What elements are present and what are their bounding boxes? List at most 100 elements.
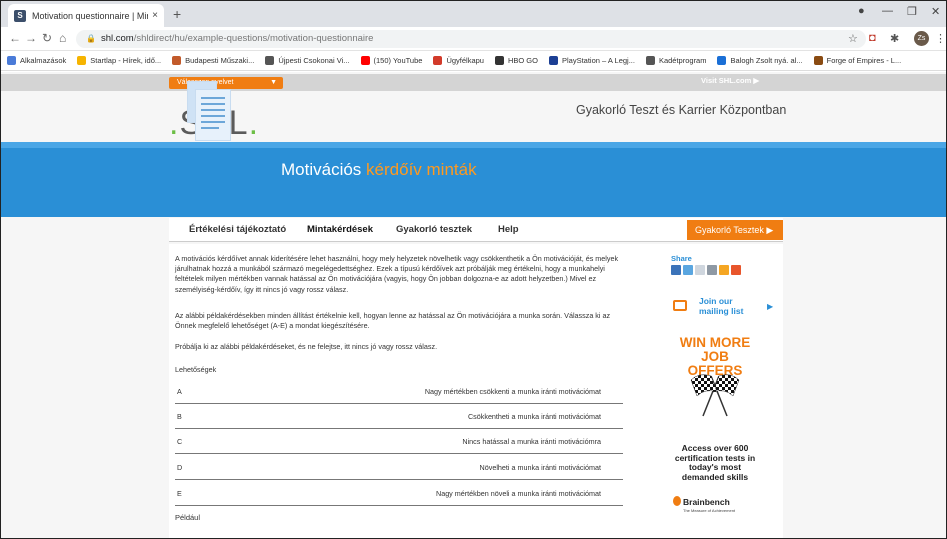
bookmark-favicon-icon (494, 56, 504, 65)
bookmark-favicon-icon (717, 56, 727, 65)
mailing-list-label: Join our mailing list (699, 296, 744, 316)
avatar[interactable]: Zs (914, 31, 929, 46)
bookmark-label: Startlap - Hírek, idő... (90, 56, 162, 65)
browser-window: S Motivation questionnaire | Mintá × + ●… (0, 0, 947, 539)
bookmark-favicon-icon (265, 56, 275, 65)
instructions-paragraph: Az alábbi példakérdésekben minden állítá… (175, 311, 611, 331)
bookmark-item[interactable]: Alkalmazások (7, 56, 66, 65)
arrow-right-icon: ▶ (767, 302, 774, 311)
share-label: Share (671, 254, 692, 263)
forward-icon[interactable]: → (25, 31, 37, 45)
shl-favicon-icon: S (14, 9, 26, 22)
bookmark-favicon-icon (172, 56, 182, 65)
bookmark-item[interactable]: Kadétprogram (645, 56, 707, 65)
practice-tests-button[interactable]: Gyakorló Tesztek ▶ (687, 220, 783, 240)
bookmark-item[interactable]: HBO GO (494, 56, 538, 65)
email-icon[interactable] (695, 265, 705, 275)
option-row: E Nagy mértékben növeli a munka iránti m… (175, 481, 623, 506)
puzzle-icon[interactable]: ✱ (890, 32, 899, 45)
back-icon[interactable]: ← (9, 31, 21, 45)
bookmark-label: Budapesti Műszaki... (185, 56, 255, 65)
url-host: shl.com (100, 33, 134, 44)
ad-brand-subtitle: The Measure of Achievement (683, 508, 736, 513)
bookmark-label: Forge of Empires - L... (826, 56, 902, 65)
option-key: D (177, 463, 183, 472)
bookmark-label: PlayStation – A Legj... (561, 56, 635, 65)
twitter-icon[interactable] (683, 265, 693, 275)
close-tab-icon[interactable]: × (152, 10, 158, 21)
option-key: A (177, 387, 182, 396)
page-title-part-2: kérdőív minták (366, 160, 477, 179)
tab-practice-tests[interactable]: Gyakorló tesztek (396, 224, 472, 235)
checkered-flags-icon (690, 374, 740, 417)
bookmark-label: Ügyfélkapu (446, 56, 484, 65)
bookmark-item[interactable]: Balogh Zsolt nyá. al... (717, 56, 803, 65)
mailing-list-link[interactable]: Join our mailing list ▶ (669, 294, 779, 324)
tab-sample-questions[interactable]: Mintakérdések (307, 224, 373, 235)
option-text: Nagy mértékben csökkenti a munka iránti … (424, 387, 601, 396)
option-row: C Nincs hatással a munka iránti motiváci… (175, 429, 623, 454)
option-key: B (177, 412, 182, 421)
more-share-icon[interactable] (731, 265, 741, 275)
url-field[interactable]: 🔒 shl.com/shldirect/hu/example-questions/… (76, 30, 866, 48)
home-icon[interactable]: ⌂ (59, 31, 66, 45)
new-tab-button[interactable]: + (173, 6, 181, 22)
lock-icon: 🔒 (86, 34, 96, 43)
tab-help[interactable]: Help (498, 224, 519, 235)
tab-title: Motivation questionnaire | Mintá (32, 10, 149, 21)
bookmark-item[interactable]: PlayStation – A Legj... (548, 56, 635, 65)
option-text: Növelheti a munka iránti motivációmat (479, 463, 601, 472)
apps-grid-icon (7, 56, 16, 65)
bookmark-item[interactable]: Ügyfélkapu (433, 56, 484, 65)
bookmark-icon[interactable] (719, 265, 729, 275)
bookmark-item[interactable]: Újpesti Csokonai Vi... (265, 56, 350, 65)
menu-icon[interactable]: ⋮ (935, 32, 946, 45)
brainbench-logo-icon (673, 496, 681, 506)
bookmark-label: HBO GO (507, 56, 538, 65)
profile-indicator-icon[interactable]: ● (858, 5, 865, 17)
bookmark-item[interactable]: Startlap - Hírek, idő... (77, 56, 161, 65)
advertisement[interactable]: WIN MORE JOB OFFERS Access over 600 cert… (669, 334, 761, 522)
extension-icon[interactable]: ◘ (869, 32, 876, 44)
hint-paragraph: Próbálja ki az alábbi példakérdéseket, é… (175, 342, 438, 351)
share-icons (671, 265, 743, 275)
close-window-icon[interactable]: ✕ (931, 5, 940, 18)
bookmark-item[interactable]: Budapesti Műszaki... (172, 56, 254, 65)
option-text: Nincs hatással a munka iránti motivációm… (462, 437, 601, 446)
bookmark-favicon-icon (360, 56, 370, 65)
option-key: C (177, 437, 183, 446)
maximize-icon[interactable]: ❐ (907, 5, 917, 18)
print-icon[interactable] (707, 265, 717, 275)
bookmark-favicon-icon (77, 56, 87, 65)
bookmark-label: Balogh Zsolt nyá. al... (730, 56, 803, 65)
option-text: Nagy mértékben növeli a munka iránti mot… (436, 489, 601, 498)
bookmark-label: Kadétprogram (658, 56, 707, 65)
bookmark-label: Újpesti Csokonai Vi... (278, 56, 350, 65)
option-key: E (177, 489, 182, 498)
tab-strip: S Motivation questionnaire | Mintá × + ●… (1, 1, 946, 27)
url-path: /shldirect/hu/example-questions/motivati… (133, 33, 374, 44)
reload-icon[interactable]: ↻ (42, 31, 52, 45)
bookmark-item[interactable]: Forge of Empires - L... (813, 56, 902, 65)
linkedin-icon[interactable] (671, 265, 681, 275)
chevron-down-icon: ▼ (270, 79, 277, 86)
options-label: Lehetőségek (175, 365, 217, 374)
bookmarks-bar: Alkalmazások Startlap - Hírek, idő... Buda… (1, 51, 946, 71)
page-title-part-1: Motivációs (281, 160, 362, 179)
page-title: Motivációs kérdőív minták (281, 160, 477, 180)
bookmark-favicon-icon (645, 56, 655, 65)
top-strip (1, 74, 946, 91)
bookmark-favicon-icon (433, 56, 443, 65)
option-row: D Növelheti a munka iránti motivációmat (175, 455, 623, 480)
star-icon[interactable]: ☆ (848, 32, 858, 45)
browser-tab[interactable]: S Motivation questionnaire | Mintá × (8, 4, 164, 27)
intro-paragraph: A motivációs kérdőívet annak kiderítésér… (175, 254, 619, 294)
option-text: Csökkentheti a munka iránti motivációmat (467, 412, 601, 421)
site-headline: Gyakorló Teszt és Karrier Központban (576, 103, 787, 117)
visit-shl-link[interactable]: Visit SHL.com ▶ (701, 76, 759, 85)
address-toolbar: ← → ↻ ⌂ 🔒 shl.com/shldirect/hu/example-qu… (1, 27, 946, 51)
bookmark-item[interactable]: (150) YouTube (360, 56, 422, 65)
tab-assessment-info[interactable]: Értékelési tájékoztató (189, 224, 286, 235)
ad-body: Access over 600 certification tests in t… (674, 443, 756, 482)
minimize-icon[interactable]: — (882, 5, 893, 17)
